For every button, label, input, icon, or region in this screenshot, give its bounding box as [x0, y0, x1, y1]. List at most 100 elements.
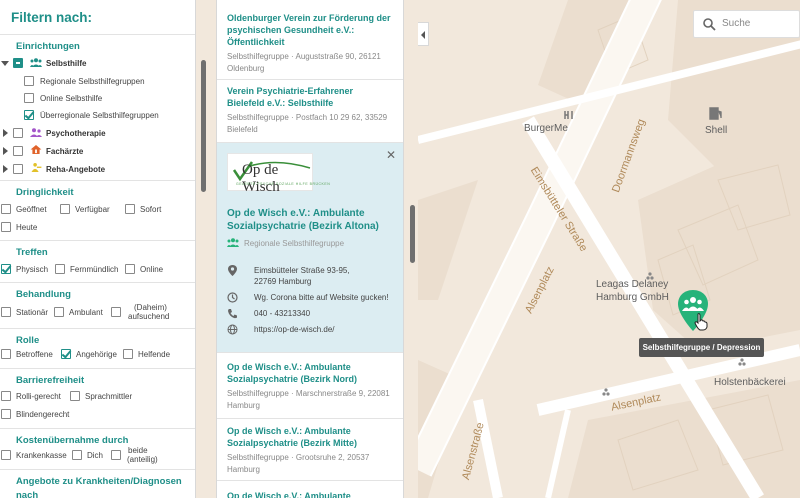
search-icon: [703, 18, 716, 31]
detail-address: Eimsbütteler Straße 93-95, 22769 Hamburg: [227, 265, 397, 289]
checkbox-regionale-selbsthilfegruppen[interactable]: [24, 76, 34, 86]
option-label: Ambulant: [69, 308, 103, 317]
opening-note: Wg. Corona bitte auf Website gucken!: [254, 293, 389, 302]
checkbox-psychotherapie[interactable]: [13, 128, 23, 138]
list-item[interactable]: Verein Psychiatrie-Erfahrener Bielefeld …: [217, 80, 403, 143]
phone-number[interactable]: 040 - 43213340: [254, 308, 310, 319]
people-icon: [30, 58, 42, 67]
poi-label-burgerme[interactable]: BurgerMe: [524, 123, 568, 134]
checkbox-sofort[interactable]: [125, 204, 135, 214]
section-kostenuebernahme: Kostenübernahme durch Krankenkasse Dich …: [0, 428, 195, 469]
people-icon: [227, 238, 239, 247]
option-label: Krankenkasse: [16, 451, 67, 460]
list-scrollbar[interactable]: [410, 205, 415, 263]
close-icon[interactable]: ✕: [385, 149, 397, 161]
section-title: Dringlichkeit: [16, 187, 74, 198]
poi-label-leagas-line1[interactable]: Leagas Delaney: [596, 279, 668, 290]
category-label-selbsthilfe: Selbsthilfe: [46, 59, 87, 68]
option-label: Blindengerecht: [16, 410, 70, 419]
section-title: Einrichtungen: [16, 41, 80, 52]
poi-label-leagas-line2[interactable]: Hamburg GmbH: [596, 292, 669, 303]
section-title: Barrierefreiheit: [16, 375, 85, 386]
checkbox-sprachmittler[interactable]: [70, 391, 80, 401]
category-label-fachaerzte: Fachärzte: [46, 147, 84, 156]
checkbox-physisch[interactable]: [1, 264, 11, 274]
option-label: Sofort: [140, 205, 162, 214]
list-item[interactable]: Op de Wisch e.V.: Ambulante Sozialpsycha…: [217, 419, 403, 481]
checkbox-betroffene[interactable]: [1, 349, 11, 359]
item-title[interactable]: Op de Wisch e.V.: Ambulante Sozialpsycha…: [227, 361, 393, 385]
category-label-reha-angebote: Reha-Angebote: [46, 165, 106, 174]
checkbox-krankenkasse[interactable]: [1, 450, 11, 460]
checkbox-angehoerige[interactable]: [61, 349, 71, 359]
chevron-right-icon[interactable]: [3, 129, 8, 137]
person-rehab-icon: [31, 163, 42, 172]
marker-tooltip: Selbsthilfegruppe / Depression: [639, 338, 764, 357]
globe-icon: [227, 324, 238, 335]
checkbox-ambulant[interactable]: [54, 307, 64, 317]
option-label: Online Selbsthilfe: [40, 94, 103, 103]
chevron-right-icon[interactable]: [3, 165, 8, 173]
checkbox-selbsthilfe[interactable]: [13, 58, 23, 68]
option-label: Stationär: [16, 308, 49, 317]
checkbox-fernmuendlich[interactable]: [55, 264, 65, 274]
people-icon: [30, 128, 42, 137]
checkbox-daheim-aufsuchend[interactable]: [111, 307, 121, 317]
list-item[interactable]: Op de Wisch e.V.: Ambulante: [217, 481, 403, 498]
detail-website[interactable]: https://op-de-wisch.de/: [227, 324, 397, 336]
checkbox-helfende[interactable]: [123, 349, 133, 359]
checkbox-fachaerzte[interactable]: [13, 146, 23, 156]
map-view[interactable]: BurgerMe Shell Leagas Delaney Hamburg Gm…: [418, 0, 800, 498]
map-search-box[interactable]: [693, 10, 800, 38]
item-title[interactable]: Oldenburger Verein zur Förderung der psy…: [227, 12, 393, 48]
address-line-2: 22769 Hamburg: [254, 277, 312, 286]
checkbox-reha-angebote[interactable]: [13, 164, 23, 174]
item-title[interactable]: Verein Psychiatrie-Erfahrener Bielefeld …: [227, 85, 393, 109]
item-title[interactable]: Op de Wisch e.V.: Ambulante Sozialpsycha…: [227, 425, 393, 449]
filter-panel: Filtern nach: Einrichtungen Selbsthilfe …: [0, 0, 196, 498]
chevron-down-icon[interactable]: [1, 61, 9, 66]
option-label: Betroffene: [16, 350, 53, 359]
checkbox-online-selbsthilfe[interactable]: [24, 93, 34, 103]
location-pin-icon: [228, 265, 237, 276]
filter-scrollbar[interactable]: [201, 60, 206, 192]
checkbox-heute[interactable]: [1, 222, 11, 232]
checkbox-verfuegbar[interactable]: [60, 204, 70, 214]
option-label: Verfügbar: [75, 205, 110, 214]
section-title: Behandlung: [16, 289, 71, 300]
checkbox-dich[interactable]: [72, 450, 82, 460]
phone-icon: [228, 309, 237, 319]
address-line-1: Eimsbütteler Straße 93-95,: [254, 266, 350, 275]
collapse-panel-button[interactable]: [418, 22, 429, 46]
chevron-right-icon[interactable]: [3, 147, 8, 155]
checkbox-geoeffnet[interactable]: [1, 204, 11, 214]
option-label: Regionale Selbsthilfegruppen: [40, 77, 145, 86]
section-treffen: Treffen Physisch Fernmündlich Online: [0, 240, 195, 282]
filter-title: Filtern nach:: [11, 10, 93, 25]
section-rolle: Rolle Betroffene Angehörige Helfende: [0, 328, 195, 368]
section-barrierefreiheit: Barrierefreiheit Rolli-gerecht Sprachmit…: [0, 368, 195, 428]
detail-phone[interactable]: 040 - 43213340: [227, 308, 397, 320]
search-input[interactable]: [722, 18, 792, 29]
list-item[interactable]: Op de Wisch e.V.: Ambulante Sozialpsycha…: [217, 353, 403, 419]
detail-card: Op de Wisch GELEBTE PSYCHE SOZIALE HILFE…: [217, 143, 403, 353]
detail-category: Regionale Selbsthilfegruppe: [244, 239, 345, 248]
option-label: Heute: [16, 223, 38, 232]
checkbox-online[interactable]: [125, 264, 135, 274]
checkbox-ueberregionale-selbsthilfegruppen[interactable]: [24, 110, 34, 120]
checkbox-blindengerecht[interactable]: [1, 409, 11, 419]
option-label: (anteilig): [127, 455, 158, 464]
checkbox-rolli-gerecht[interactable]: [1, 391, 11, 401]
checkbox-stationaer[interactable]: [1, 307, 11, 317]
checkbox-beide[interactable]: [111, 450, 121, 460]
category-label-psychotherapie: Psychotherapie: [46, 129, 106, 138]
list-item[interactable]: Oldenburger Verein zur Förderung der psy…: [217, 0, 403, 80]
poi-label-holstenbaeckerei[interactable]: Holstenbäckerei: [714, 377, 786, 388]
website-link[interactable]: https://op-de-wisch.de/: [254, 324, 334, 335]
option-label: Helfende: [138, 350, 171, 359]
option-label: (Daheim): [134, 303, 167, 312]
item-title[interactable]: Op de Wisch e.V.: Ambulante: [227, 490, 393, 498]
option-label: Angehörige: [76, 350, 117, 359]
poi-label-shell[interactable]: Shell: [705, 125, 727, 136]
section-behandlung: Behandlung Stationär Ambulant (Daheim) a…: [0, 282, 195, 328]
